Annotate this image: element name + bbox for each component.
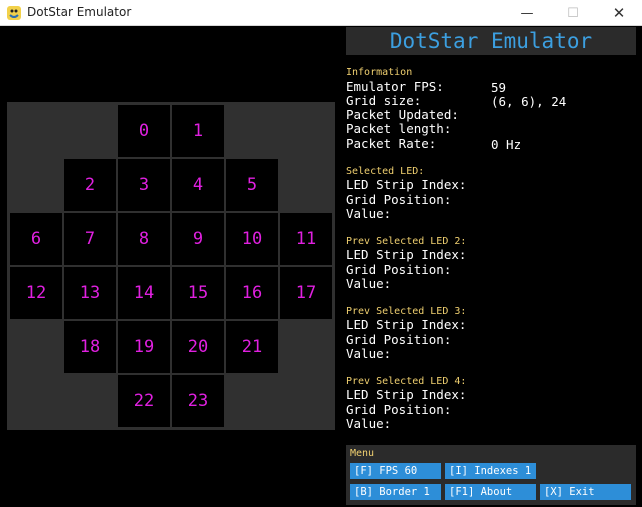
fps-label: Emulator FPS:: [346, 79, 444, 94]
about-button[interactable]: [F1] About: [445, 484, 536, 500]
exit-button[interactable]: [X] Exit: [540, 484, 631, 500]
led-cell[interactable]: 17: [280, 267, 332, 319]
led-cell[interactable]: 3: [118, 159, 170, 211]
app-header: DotStar Emulator: [346, 27, 636, 55]
emulator-canvas[interactable]: 0 1 2 3 4 5 6 7 8 9 10 11 12 13 14 15 16 17 18 19 20 21 22 23 D…: [1, 27, 641, 507]
led-cell[interactable]: 13: [64, 267, 116, 319]
led-strip-index-label: LED Strip Index:: [346, 247, 467, 262]
fps-button[interactable]: [F] FPS 60: [350, 463, 441, 479]
pygame-snake-icon: [7, 6, 21, 20]
led-cell[interactable]: 22: [118, 375, 170, 427]
value-label: Value:: [346, 416, 392, 431]
led-strip-index-label: LED Strip Index:: [346, 387, 467, 402]
grid-position-label: Grid Position:: [346, 402, 452, 417]
grid-size-value: (6, 6), 24: [491, 94, 567, 109]
value-label: Value:: [346, 346, 392, 361]
led-cell[interactable]: 11: [280, 213, 332, 265]
led-cell[interactable]: 8: [118, 213, 170, 265]
indexes-button[interactable]: [I] Indexes 1: [445, 463, 536, 479]
led-cell[interactable]: 20: [172, 321, 224, 373]
prev-selected-led-2-title: Prev Selected LED 2:: [346, 236, 467, 247]
fps-value: 59: [491, 80, 507, 95]
grid-position-label: Grid Position:: [346, 332, 452, 347]
close-button[interactable]: ✕: [596, 0, 642, 26]
grid-position-label: Grid Position:: [346, 192, 452, 207]
led-strip-index-label: LED Strip Index:: [346, 177, 467, 192]
window-titlebar[interactable]: DotStar Emulator — ☐ ✕: [0, 0, 642, 26]
led-cell[interactable]: 0: [118, 105, 170, 157]
led-cell[interactable]: 14: [118, 267, 170, 319]
border-button[interactable]: [B] Border 1: [350, 484, 441, 500]
maximize-button[interactable]: ☐: [550, 0, 596, 26]
menu-title: Menu: [350, 448, 375, 459]
grid-position-label: Grid Position:: [346, 262, 452, 277]
led-cell[interactable]: 7: [64, 213, 116, 265]
led-cell[interactable]: 12: [10, 267, 62, 319]
led-cell[interactable]: 9: [172, 213, 224, 265]
led-cell[interactable]: 10: [226, 213, 278, 265]
led-cell[interactable]: 1: [172, 105, 224, 157]
led-cell[interactable]: 15: [172, 267, 224, 319]
led-cell[interactable]: 4: [172, 159, 224, 211]
packet-rate-label: Packet Rate:: [346, 136, 437, 151]
prev-selected-led-4-title: Prev Selected LED 4:: [346, 376, 467, 387]
led-cell[interactable]: 21: [226, 321, 278, 373]
led-grid: 0 1 2 3 4 5 6 7 8 9 10 11 12 13 14 15 16 17 18 19 20 21 22 23: [7, 102, 335, 430]
led-strip-index-label: LED Strip Index:: [346, 317, 467, 332]
minimize-button[interactable]: —: [504, 0, 550, 26]
led-cell[interactable]: 5: [226, 159, 278, 211]
led-cell[interactable]: 19: [118, 321, 170, 373]
led-cell[interactable]: 23: [172, 375, 224, 427]
selected-led-title: Selected LED:: [346, 166, 425, 177]
led-cell[interactable]: 16: [226, 267, 278, 319]
led-cell[interactable]: 2: [64, 159, 116, 211]
packet-rate-value: 0 Hz: [491, 137, 522, 152]
menu-panel: Menu [F] FPS 60 [I] Indexes 1 [B] Border…: [346, 445, 636, 505]
led-cell[interactable]: 6: [10, 213, 62, 265]
packet-length-label: Packet length:: [346, 121, 452, 136]
packet-updated-label: Packet Updated:: [346, 107, 459, 122]
prev-selected-led-3-title: Prev Selected LED 3:: [346, 306, 467, 317]
grid-size-label: Grid size:: [346, 93, 422, 108]
value-label: Value:: [346, 206, 392, 221]
led-cell[interactable]: 18: [64, 321, 116, 373]
window-title: DotStar Emulator: [27, 5, 132, 19]
info-section-title: Information: [346, 67, 413, 78]
value-label: Value:: [346, 276, 392, 291]
